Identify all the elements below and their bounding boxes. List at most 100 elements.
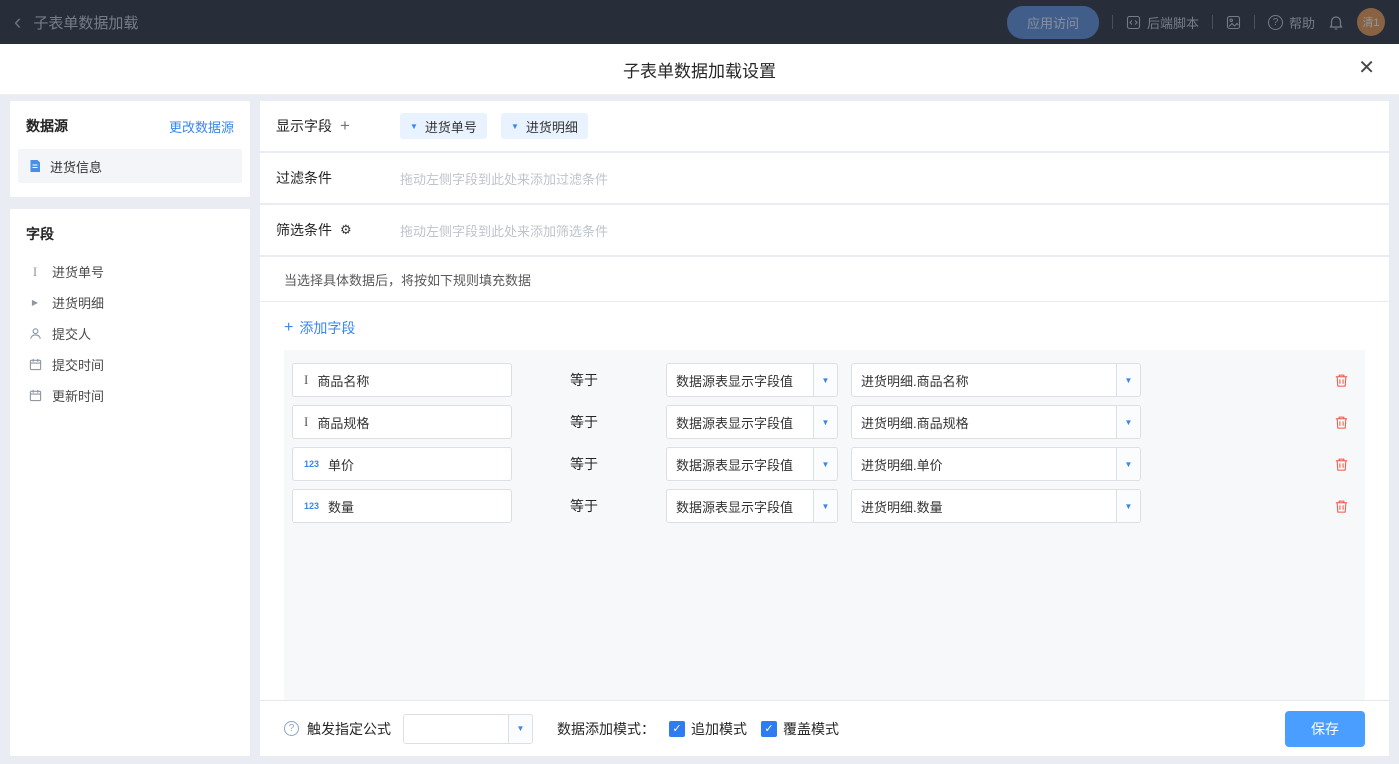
calendar-icon	[28, 389, 42, 402]
rules-panel: I 商品名称 等于 数据源表显示字段值 ▼ 进货明细.商品名称 ▼	[284, 350, 1365, 700]
change-datasource-link[interactable]: 更改数据源	[169, 117, 234, 136]
rule-source-select[interactable]: 数据源表显示字段值 ▼	[666, 489, 838, 523]
add-field-button[interactable]: + 添加字段	[284, 302, 1365, 350]
info-text: 当选择具体数据后，将按如下规则填充数据	[260, 257, 1389, 302]
help-icon[interactable]: ?	[284, 721, 299, 736]
subform-icon: ▶	[28, 298, 42, 307]
delete-icon[interactable]	[1334, 415, 1349, 430]
plus-icon: +	[284, 320, 293, 336]
filter-placeholder: 拖动左侧字段到此处来添加过滤条件	[400, 169, 608, 188]
rule-operator: 等于	[570, 454, 666, 474]
divider	[1254, 15, 1255, 29]
rule-field[interactable]: 123 单价	[292, 447, 512, 481]
display-field-tag-label: 进货单号	[425, 117, 477, 136]
fields-title: 字段	[10, 224, 250, 256]
rule-source-value: 数据源表显示字段值	[667, 455, 813, 474]
divider	[1112, 15, 1113, 29]
formula-select[interactable]: ▼	[403, 714, 533, 744]
rule-row: 123 数量 等于 数据源表显示字段值 ▼ 进货明细.数量 ▼	[292, 489, 1357, 523]
display-field-tag-label: 进货明细	[526, 117, 578, 136]
backend-script-label: 后端脚本	[1147, 13, 1199, 32]
rule-source-value: 数据源表显示字段值	[667, 413, 813, 432]
person-icon	[28, 327, 42, 340]
close-icon[interactable]: ✕	[1358, 58, 1375, 78]
rule-source-value: 数据源表显示字段值	[667, 371, 813, 390]
rule-operator: 等于	[570, 412, 666, 432]
datasource-item-label: 进货信息	[50, 157, 102, 176]
bell-icon[interactable]	[1328, 14, 1344, 30]
rule-source-select[interactable]: 数据源表显示字段值 ▼	[666, 405, 838, 439]
field-label: 进货明细	[52, 293, 104, 312]
text-field-icon: I	[28, 264, 42, 280]
rules-block: 当选择具体数据后，将按如下规则填充数据 + 添加字段 I 商品名称 等于 数据	[260, 257, 1389, 756]
delete-icon[interactable]	[1334, 373, 1349, 388]
delete-icon[interactable]	[1334, 457, 1349, 472]
sidebar-field-item[interactable]: 更新时间	[10, 380, 250, 411]
rule-value-select[interactable]: 进货明细.商品名称 ▼	[851, 363, 1141, 397]
datasource-card: 数据源 更改数据源 进货信息	[10, 101, 250, 197]
overwrite-mode-label[interactable]: 覆盖模式	[783, 719, 839, 739]
sidebar-field-item[interactable]: 提交人	[10, 318, 250, 349]
rule-field[interactable]: 123 数量	[292, 489, 512, 523]
chevron-down-icon: ▼	[813, 490, 837, 522]
sidebar-field-item[interactable]: 提交时间	[10, 349, 250, 380]
rule-value-value: 进货明细.数量	[852, 497, 1116, 516]
chevron-down-icon: ▼	[813, 364, 837, 396]
gear-icon[interactable]: ⚙	[340, 222, 352, 238]
add-display-field-button[interactable]: +	[340, 116, 350, 136]
text-field-icon: I	[304, 372, 308, 388]
rule-value-value: 进货明细.单价	[852, 455, 1116, 474]
modal-footer: ? 触发指定公式 ▼ 数据添加模式： ✓ 追加模式 ✓ 覆盖模式 保存	[260, 700, 1389, 756]
save-button[interactable]: 保存	[1285, 711, 1365, 747]
rule-value-select[interactable]: 进货明细.单价 ▼	[851, 447, 1141, 481]
app-access-button[interactable]: 应用访问	[1007, 6, 1099, 39]
chevron-down-icon: ▼	[813, 406, 837, 438]
document-icon	[28, 159, 42, 173]
calendar-icon	[28, 358, 42, 371]
back-icon[interactable]: ‹	[14, 11, 21, 33]
number-field-icon: 123	[304, 501, 319, 511]
gallery-icon[interactable]	[1226, 15, 1241, 30]
rule-value-select[interactable]: 进货明细.数量 ▼	[851, 489, 1141, 523]
help-label: 帮助	[1289, 13, 1315, 32]
rule-source-select[interactable]: 数据源表显示字段值 ▼	[666, 447, 838, 481]
code-icon	[1126, 15, 1141, 30]
screen-dropzone[interactable]: 筛选条件 ⚙ 拖动左侧字段到此处来添加筛选条件	[260, 205, 1389, 255]
datasource-item[interactable]: 进货信息	[18, 149, 242, 183]
overwrite-mode-checkbox[interactable]: ✓	[761, 721, 777, 737]
display-field-tag[interactable]: ▼ 进货单号	[400, 113, 487, 139]
chevron-down-icon: ▼	[410, 122, 418, 131]
divider	[1212, 15, 1213, 29]
rule-source-value: 数据源表显示字段值	[667, 497, 813, 516]
chevron-down-icon: ▼	[813, 448, 837, 480]
rule-source-select[interactable]: 数据源表显示字段值 ▼	[666, 363, 838, 397]
chevron-down-icon: ▼	[508, 715, 532, 743]
append-mode-checkbox[interactable]: ✓	[669, 721, 685, 737]
rule-field[interactable]: I 商品名称	[292, 363, 512, 397]
help-button[interactable]: ? 帮助	[1268, 13, 1315, 32]
rule-field[interactable]: I 商品规格	[292, 405, 512, 439]
datasource-title: 数据源	[26, 116, 68, 136]
sidebar-field-item[interactable]: ▶ 进货明细	[10, 287, 250, 318]
rule-field-label: 单价	[328, 455, 354, 474]
rule-value-select[interactable]: 进货明细.商品规格 ▼	[851, 405, 1141, 439]
modal-header: 子表单数据加载设置 ✕	[0, 44, 1399, 95]
delete-icon[interactable]	[1334, 499, 1349, 514]
avatar[interactable]: 清1	[1357, 8, 1385, 36]
main-panel: 显示字段 + ▼ 进货单号 ▼ 进货明细 过滤条件 拖动左侧字段到此处来添加过滤…	[260, 101, 1389, 756]
backend-script-button[interactable]: 后端脚本	[1126, 13, 1199, 32]
filter-dropzone[interactable]: 过滤条件 拖动左侧字段到此处来添加过滤条件	[260, 153, 1389, 203]
topbar: ‹ 子表单数据加载 应用访问 后端脚本 ? 帮助 清1	[0, 0, 1399, 44]
display-field-tag[interactable]: ▼ 进货明细	[501, 113, 588, 139]
rule-value-value: 进货明细.商品规格	[852, 413, 1116, 432]
rule-field-label: 数量	[328, 497, 354, 516]
sidebar-field-item[interactable]: I 进货单号	[10, 256, 250, 287]
append-mode-label[interactable]: 追加模式	[691, 719, 747, 739]
field-label: 进货单号	[52, 262, 104, 281]
topbar-title: 子表单数据加载	[33, 12, 138, 33]
add-field-label: 添加字段	[299, 318, 355, 338]
chevron-down-icon: ▼	[1116, 448, 1140, 480]
text-field-icon: I	[304, 414, 308, 430]
screen-label: 筛选条件	[276, 220, 332, 240]
chevron-down-icon: ▼	[1116, 406, 1140, 438]
